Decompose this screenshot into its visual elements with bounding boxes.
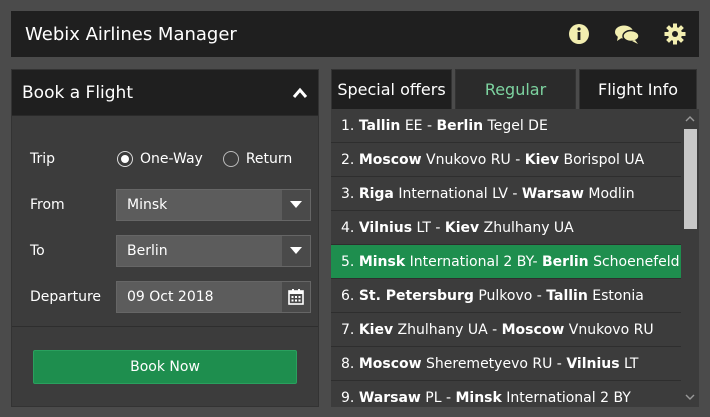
chat-icon[interactable] <box>603 11 651 57</box>
list-item[interactable]: 9. Warsaw PL - Minsk International 2 BY <box>331 381 681 407</box>
to-row: To Berlin <box>12 228 318 274</box>
from-select[interactable]: Minsk <box>116 189 311 221</box>
trip-row: Trip One-Way Return <box>12 136 318 182</box>
from-value: Minsk <box>127 197 168 213</box>
tab-regular[interactable]: Regular <box>455 69 576 109</box>
panel-header[interactable]: Book a Flight <box>12 70 318 116</box>
flight-list: 1. Tallin EE - Berlin Tegel DE 2. Moscow… <box>331 109 699 407</box>
vertical-scrollbar[interactable] <box>681 109 699 407</box>
from-row: From Minsk <box>12 182 318 228</box>
list-item[interactable]: 1. Tallin EE - Berlin Tegel DE <box>331 109 681 143</box>
radio-one-way-label: One-Way <box>140 151 203 167</box>
list-item[interactable]: 2. Moscow Vnukovo RU - Kiev Borispol UA <box>331 143 681 177</box>
panel-title: Book a Flight <box>22 82 133 103</box>
chevron-up-icon[interactable] <box>292 87 308 99</box>
radio-unchecked-icon[interactable] <box>222 151 239 167</box>
flights-panel: Special offers Regular Flight Info 1. Ta… <box>331 69 699 407</box>
top-toolbar: Webix Airlines Manager <box>11 11 699 57</box>
chevron-down-icon[interactable] <box>282 190 310 220</box>
gear-icon[interactable] <box>651 11 699 57</box>
scroll-up-icon[interactable] <box>683 113 697 125</box>
divider <box>12 326 318 327</box>
chevron-down-icon[interactable] <box>282 236 310 266</box>
list-item[interactable]: 4. Vilnius LT - Kiev Zhulhany UA <box>331 211 681 245</box>
departure-row: Departure 09 Oct 2018 <box>12 274 318 320</box>
calendar-icon[interactable] <box>282 282 310 312</box>
scrollbar-thumb[interactable] <box>684 129 697 229</box>
scroll-down-icon[interactable] <box>683 391 697 403</box>
radio-return-label: Return <box>245 151 293 167</box>
to-label: To <box>30 243 45 259</box>
departure-label: Departure <box>30 289 102 305</box>
departure-date-input[interactable]: 09 Oct 2018 <box>116 281 311 313</box>
list-item[interactable]: 3. Riga International LV - Warsaw Modlin <box>331 177 681 211</box>
tab-special-offers[interactable]: Special offers <box>331 69 452 109</box>
info-icon[interactable] <box>555 11 603 57</box>
booking-form: Trip One-Way Return From Minsk To Berlin… <box>12 116 318 320</box>
book-flight-panel: Book a Flight Trip One-Way Return From M… <box>11 69 319 407</box>
to-select[interactable]: Berlin <box>116 235 311 267</box>
radio-checked-icon[interactable] <box>117 151 133 167</box>
departure-value: 09 Oct 2018 <box>127 289 214 305</box>
to-value: Berlin <box>127 243 168 259</box>
radio-one-way[interactable]: One-Way <box>117 151 203 167</box>
list-item[interactable]: 6. St. Petersburg Pulkovo - Tallin Eston… <box>331 279 681 313</box>
list-item[interactable]: 8. Moscow Sheremetyevo RU - Vilnius LT <box>331 347 681 381</box>
from-label: From <box>30 197 65 213</box>
tab-flight-info[interactable]: Flight Info <box>579 69 697 109</box>
radio-return[interactable]: Return <box>222 151 293 167</box>
list-item-selected[interactable]: 5. Minsk International 2 BY- Berlin Scho… <box>331 245 681 279</box>
app-title: Webix Airlines Manager <box>25 23 237 45</box>
trip-label: Trip <box>30 151 56 167</box>
tab-bar: Special offers Regular Flight Info <box>331 69 699 109</box>
list-item[interactable]: 7. Kiev Zhulhany UA - Moscow Vnukovo RU <box>331 313 681 347</box>
book-now-button[interactable]: Book Now <box>33 350 297 384</box>
